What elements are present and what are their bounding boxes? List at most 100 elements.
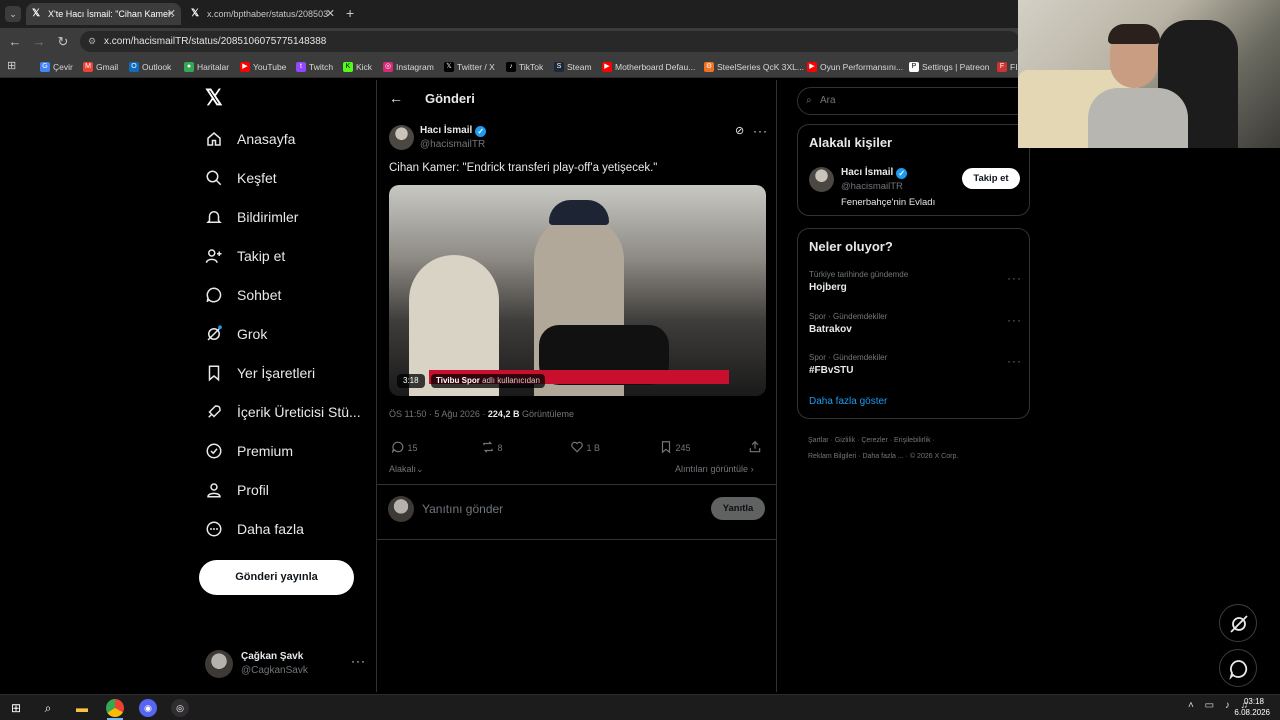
browser-tab-active[interactable]: 𝕏 X'te Hacı İsmail: "Cihan Kamer: ✕ [26, 3, 181, 25]
clock-date[interactable]: 6.08.2026 [1226, 708, 1270, 717]
share-icon [749, 440, 761, 453]
site-info-icon[interactable]: ⚙ [88, 31, 96, 52]
discord-icon[interactable]: ◉ [139, 699, 157, 717]
bookmark-item[interactable]: S Steam [554, 60, 592, 74]
repost-action[interactable]: 8 [481, 440, 503, 454]
reload-button[interactable]: ↻ [54, 33, 72, 51]
x-logo-icon[interactable]: 𝕏 [205, 86, 229, 110]
nav-chat[interactable]: Sohbet [205, 280, 281, 310]
like-action[interactable]: 1 B [570, 440, 600, 454]
windows-start-icon[interactable]: ⊞ [7, 699, 25, 717]
url-input[interactable]: ⚙ x.com/hacismailTR/status/2085106075775… [80, 31, 1020, 52]
bookmark-item[interactable]: t Twitch [296, 60, 333, 74]
nav-profile[interactable]: Profil [205, 475, 269, 505]
account-handle: @CagkanSavk [241, 665, 308, 676]
new-tab-button[interactable]: + [346, 5, 360, 21]
footer-link[interactable]: Daha fazla ... [862, 453, 903, 460]
forward-button[interactable]: → [30, 33, 48, 51]
nav-premium[interactable]: Premium [205, 436, 293, 466]
obs-icon[interactable]: ◎ [171, 699, 189, 717]
nav-grok[interactable]: Grok [205, 319, 267, 349]
avatar[interactable] [809, 167, 834, 192]
person-name[interactable]: Hacı İsmail ✓ [841, 167, 908, 179]
more-icon[interactable]: ··· [753, 124, 768, 138]
post-meta: ÖS 11:50 · 5 Ağu 2026 · 224,2 B Görüntül… [389, 409, 574, 419]
search-icon [206, 170, 222, 186]
more-icon[interactable]: ··· [1007, 354, 1022, 368]
bell-icon [206, 211, 222, 223]
bookmark-item[interactable]: ▶ Motherboard Defau... [602, 60, 695, 74]
grok-explain-icon[interactable]: ⊘ [735, 124, 744, 137]
bookmark-item[interactable]: ● Haritalar [184, 60, 229, 74]
bookmark-item[interactable]: M Gmail [83, 60, 118, 74]
footer-link[interactable]: Gizlilik [835, 437, 855, 444]
bookmark-item[interactable]: K Kick [343, 60, 372, 74]
bookmark-item[interactable]: ▶ Oyun Performansını... [807, 60, 903, 74]
post-button[interactable]: Gönderi yayınla [199, 560, 354, 595]
more-icon[interactable]: ··· [351, 654, 366, 668]
x-logo-icon: 𝕏 [191, 8, 200, 19]
bookmark-item[interactable]: ⚙ SteelSeries QcK 3XL... [704, 60, 804, 74]
search-input[interactable]: ⌕ Ara [797, 87, 1030, 115]
bookmark-item[interactable]: 𝕏 Twitter / X [444, 60, 495, 74]
bookmark-item[interactable]: ◎ Instagram [383, 60, 434, 74]
back-button[interactable]: ← [6, 33, 24, 51]
bookmark-item[interactable]: O Outlook [129, 60, 171, 74]
footer-link[interactable]: Reklam Bilgileri [808, 453, 856, 460]
browser-tab[interactable]: 𝕏 x.com/bpthaber/status/208503 ✕ [185, 3, 340, 25]
trend-item[interactable]: Spor · Gündemdekiler Batrakov ··· [798, 309, 1029, 345]
nav-home[interactable]: Anasayfa [205, 124, 295, 154]
avatar [388, 496, 414, 522]
back-arrow-icon[interactable]: ← [389, 90, 403, 106]
trend-item[interactable]: Türkiye tarihinde gündemde Hojberg ··· [798, 267, 1029, 303]
messages-float-button[interactable] [1219, 649, 1257, 687]
chrome-icon[interactable] [106, 699, 124, 717]
clock-time[interactable]: 03:18 [1240, 697, 1264, 706]
reply-button[interactable]: Yanıtla [711, 497, 765, 520]
twitch-icon: t [296, 62, 306, 72]
reply-input[interactable]: Yanıtını gönder [422, 502, 672, 516]
reply-action[interactable]: 15 [391, 440, 418, 454]
account-switcher[interactable]: Çağkan Şavk @CagkanSavk ··· [205, 648, 365, 682]
more-icon[interactable]: ··· [1007, 313, 1022, 327]
author-handle[interactable]: @hacismailTR [420, 139, 485, 150]
bookmark-item[interactable]: P Settings | Patreon [909, 60, 989, 74]
tab-title: X'te Hacı İsmail: "Cihan Kamer: [48, 9, 174, 19]
bookmark-action[interactable]: 245 [659, 440, 691, 454]
view-quotes-link[interactable]: Alıntıları görüntüle › [675, 464, 754, 474]
gmail-icon: M [83, 62, 93, 72]
trend-item[interactable]: Spor · Gündemdekiler #FBvSTU ··· [798, 350, 1029, 386]
close-tab-icon[interactable]: ✕ [326, 3, 335, 25]
footer-link[interactable]: Çerezler [861, 437, 887, 444]
bookmark-item[interactable]: ♪ TikTok [506, 60, 543, 74]
more-icon[interactable]: ··· [1007, 271, 1022, 285]
footer-link[interactable]: Şartlar [808, 437, 829, 444]
heart-icon [571, 441, 583, 453]
relevant-people-card: Alakalı kişiler Hacı İsmail ✓ @hacismailT… [797, 124, 1030, 216]
follow-button[interactable]: Takip et [962, 168, 1020, 189]
author-name[interactable]: Hacı İsmail ✓ [420, 125, 487, 137]
nav-bookmarks[interactable]: Yer İşaretleri [205, 358, 315, 388]
file-explorer-icon[interactable]: ▬ [73, 699, 91, 717]
nav-notifications[interactable]: Bildirimler [205, 202, 298, 232]
show-more-link[interactable]: Daha fazla göster [809, 396, 887, 407]
video-source-badge[interactable]: Tivibu Spor adlı kullanıcıdan [431, 374, 545, 388]
nav-creator-studio[interactable]: İçerik Üreticisi Stü... [205, 397, 361, 427]
relevant-sort-dropdown[interactable]: Alakalı⌄ [389, 464, 424, 475]
author-avatar[interactable] [389, 125, 414, 150]
nav-follow[interactable]: Takip et [205, 241, 285, 271]
nav-explore[interactable]: Keşfet [205, 163, 277, 193]
nav-more[interactable]: Daha fazla [205, 514, 304, 544]
share-action[interactable] [748, 440, 762, 459]
search-icon[interactable]: ⌕ [39, 699, 57, 717]
trend-name: Hojberg [809, 282, 847, 293]
tab-list-button[interactable]: ⌄ [5, 6, 21, 22]
post-video[interactable]: 3:18 Tivibu Spor adlı kullanıcıdan [389, 185, 766, 396]
bookmark-item[interactable]: ▶ YouTube [240, 60, 286, 74]
bookmark-item[interactable]: G Çevir [40, 60, 73, 74]
close-tab-icon[interactable]: ✕ [167, 3, 176, 25]
account-name: Çağkan Şavk [241, 651, 304, 662]
grok-float-button[interactable] [1219, 604, 1257, 642]
apps-grid-icon[interactable]: ⊞ [7, 60, 19, 72]
footer-link[interactable]: Erişilebilirlik [894, 437, 931, 444]
